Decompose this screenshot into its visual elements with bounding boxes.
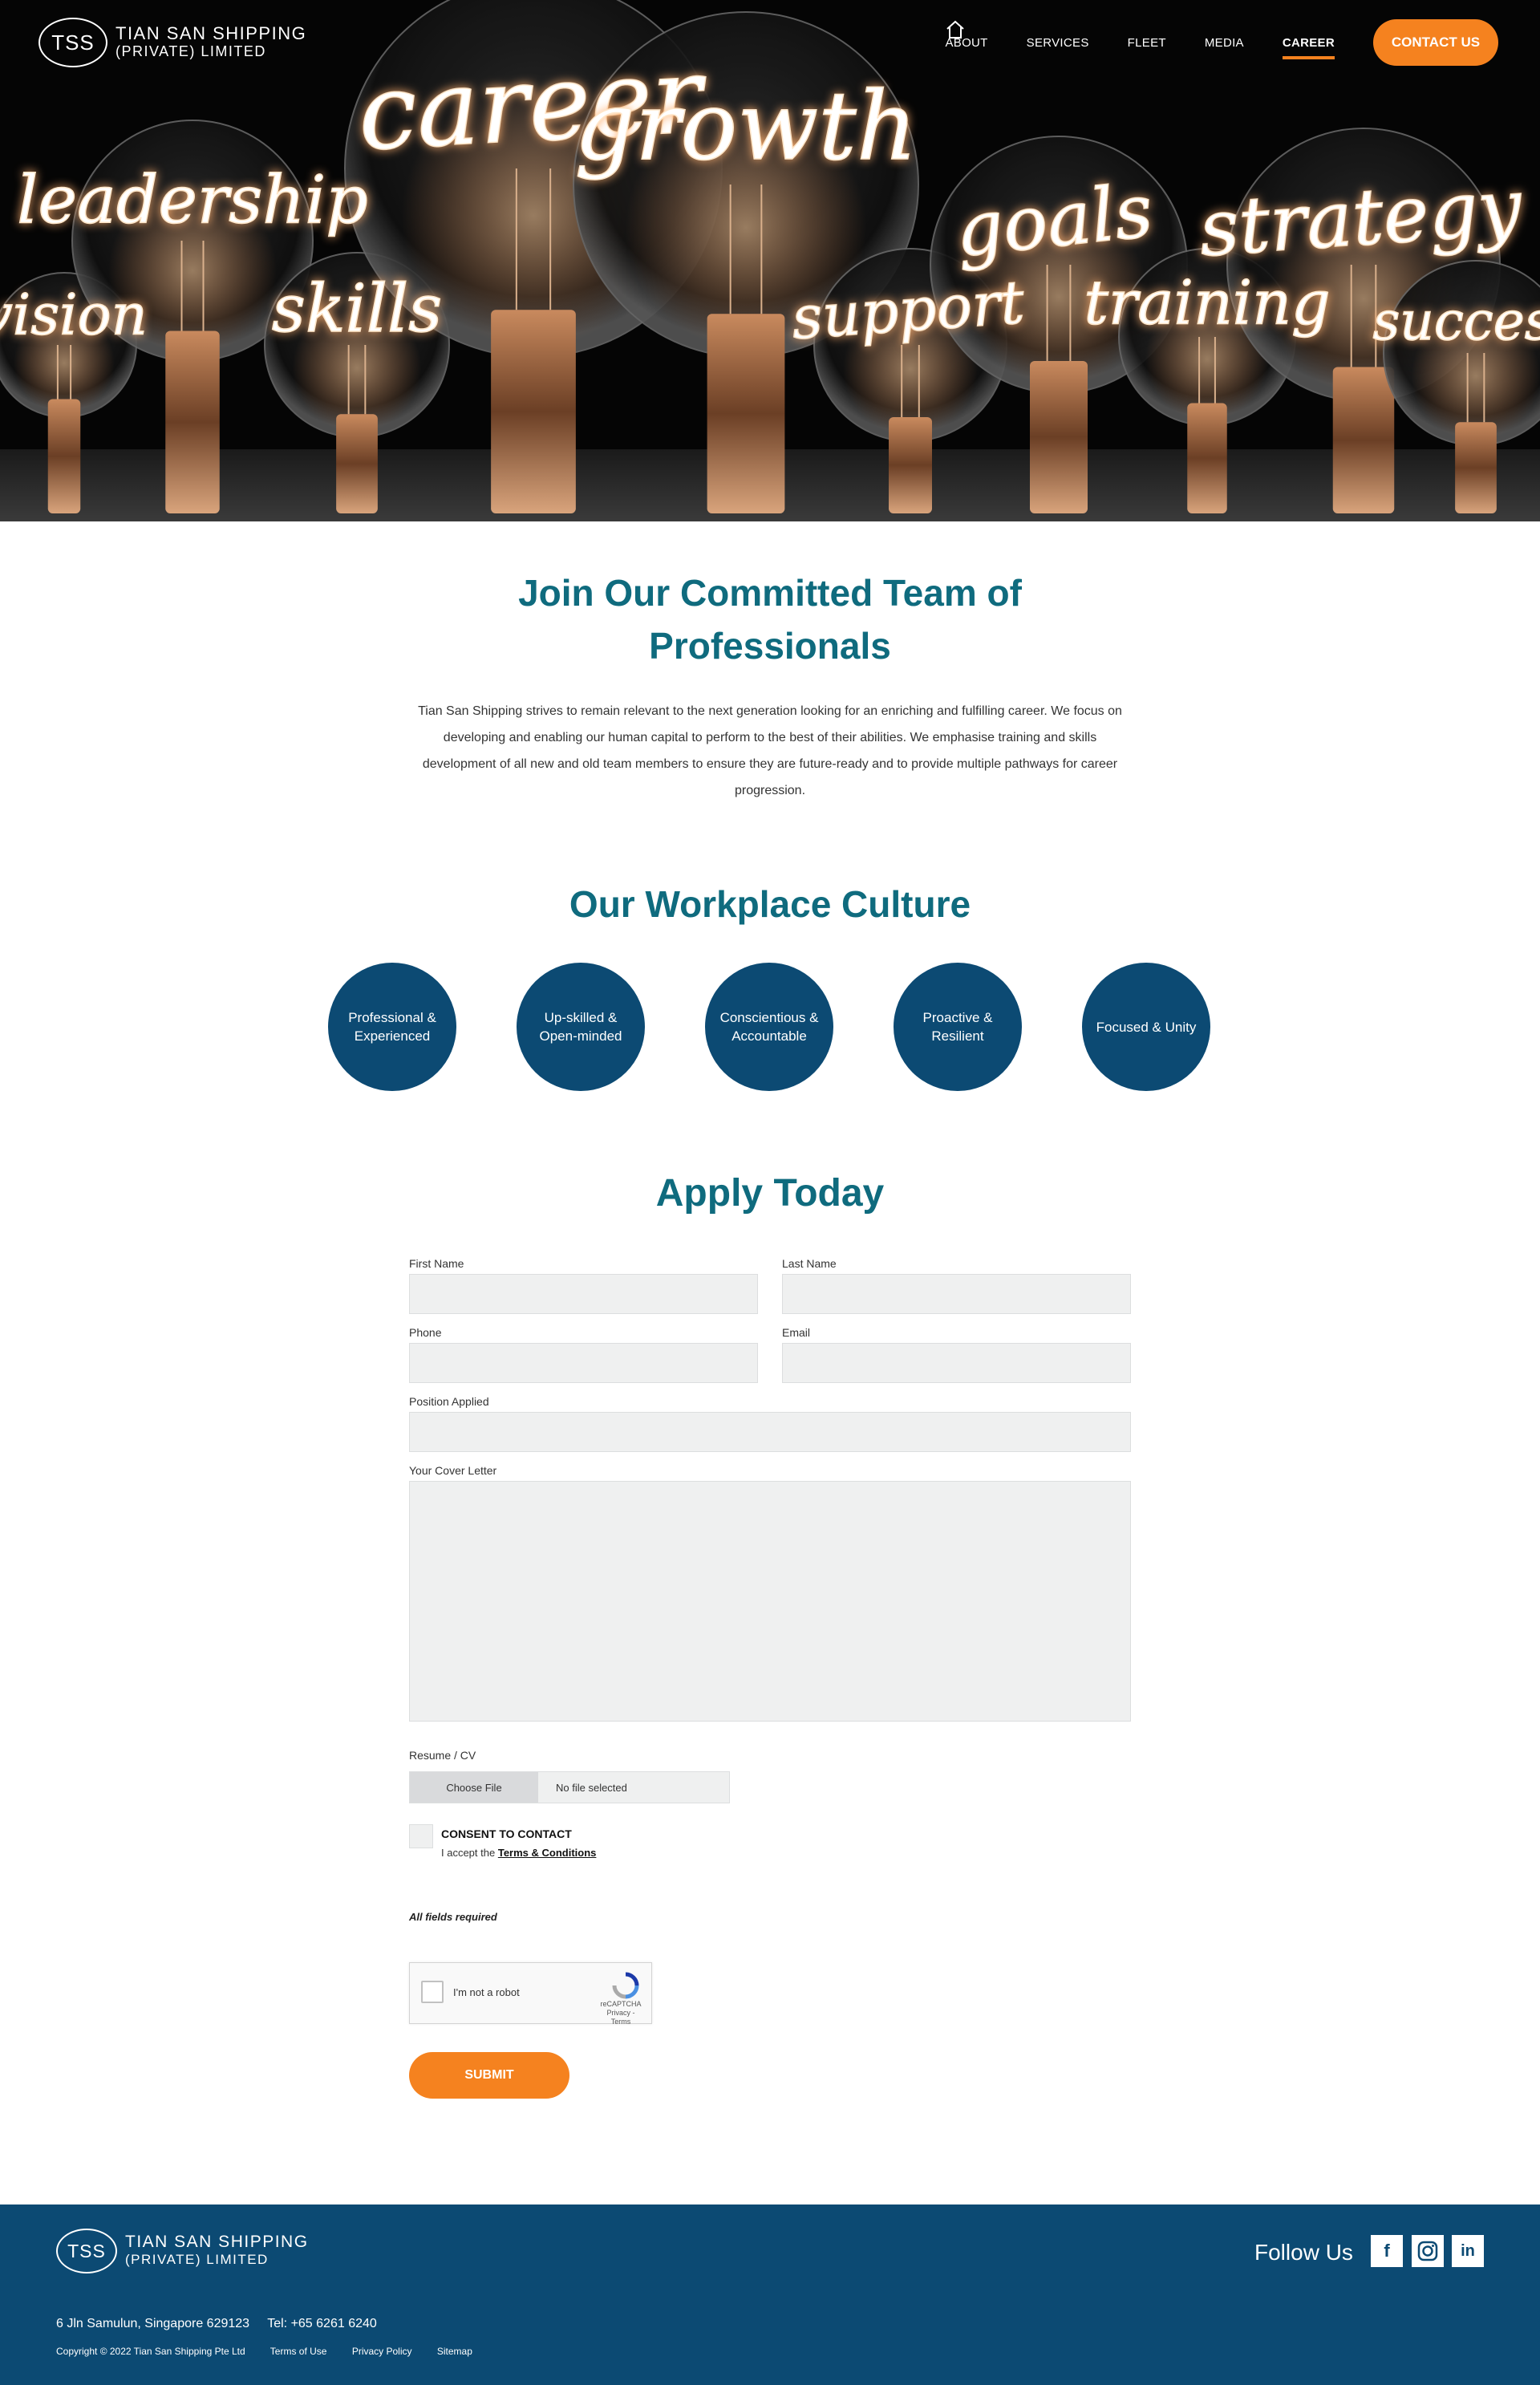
footer-address: 6 Jln Samulun, Singapore 629123 [56,2317,250,2330]
last-name-input[interactable] [782,1274,1131,1314]
footer: TSS TIAN SAN SHIPPING (PRIVATE) LIMITED … [0,2205,1540,2385]
footer-logo-line-2: (PRIVATE) LIMITED [125,2252,269,2267]
cover-letter-textarea[interactable] [409,1481,1131,1722]
submit-button[interactable]: SUBMIT [409,2052,569,2099]
instagram-icon[interactable] [1412,2235,1444,2267]
footer-legal: Copyright © 2022 Tian San Shipping Pte L… [56,2346,495,2357]
phone-input[interactable] [409,1343,758,1383]
nav-career[interactable]: CAREER [1282,31,1335,59]
consent-checkbox[interactable] [409,1824,433,1848]
linkedin-icon[interactable]: in [1452,2235,1484,2267]
first-name-label: First Name [409,1257,464,1270]
terms-of-use-link[interactable]: Terms of Use [270,2346,327,2357]
intro-title: Join Our Committed Team of Professionals [518,572,1022,667]
recaptcha-label: I'm not a robot [453,1986,520,1998]
facebook-icon[interactable]: f [1371,2235,1403,2267]
culture-value: Conscientious & Accountable [705,963,833,1091]
last-name-label: Last Name [782,1257,837,1270]
resume-file-input[interactable]: Choose File No file selected [409,1771,730,1803]
recaptcha-checkbox[interactable] [421,1981,444,2003]
logo-line-1: TIAN SAN SHIPPING [116,23,307,43]
culture-title: Our Workplace Culture [569,883,971,925]
intro-paragraph: Tian San Shipping strives to remain rele… [418,704,1122,797]
main-nav: ABOUT SERVICES FLEET MEDIA CAREER CONTAC… [945,19,1498,66]
hero-word: skills [272,271,443,347]
hero-word: leadership [17,163,367,239]
logo-line-2: (PRIVATE) LIMITED [116,43,266,59]
consent-title: CONSENT TO CONTACT [441,1827,572,1840]
phone-label: Phone [409,1326,442,1339]
resume-label: Resume / CV [409,1749,476,1762]
nav-about[interactable]: ABOUT [945,31,987,55]
recaptcha-links[interactable]: Privacy - Terms [598,2009,643,2026]
culture-value: Professional & Experienced [328,963,456,1091]
recaptcha-icon [612,1972,639,1999]
culture-value: Focused & Unity [1082,963,1210,1091]
footer-telephone: Tel: +65 6261 6240 [267,2317,377,2330]
footer-contact-info: 6 Jln Samulun, Singapore 629123 Tel: +65… [56,2317,391,2331]
culture-value: Up-skilled & Open-minded [517,963,645,1091]
apply-title: Apply Today [655,1172,885,1215]
position-input[interactable] [409,1412,1131,1452]
culture-value: Proactive & Resilient [894,963,1022,1091]
nav-services[interactable]: SERVICES [1027,31,1089,55]
consent-text: I accept the Terms & Conditions [441,1847,597,1859]
follow-us-label: Follow Us [1254,2240,1353,2265]
copyright-text: Copyright © 2022 Tian San Shipping Pte L… [56,2346,245,2357]
recaptcha-widget: I'm not a robot reCAPTCHA Privacy - Term… [409,1962,652,2026]
email-input[interactable] [782,1343,1131,1383]
top-navigation-bar: TSS TIAN SAN SHIPPING (PRIVATE) LIMITED … [0,0,1540,88]
file-status: No file selected [556,1781,627,1794]
position-label: Position Applied [409,1395,489,1408]
nav-media[interactable]: MEDIA [1205,31,1244,55]
footer-logo[interactable]: TSS TIAN SAN SHIPPING (PRIVATE) LIMITED [56,2229,309,2273]
nav-fleet[interactable]: FLEET [1128,31,1166,55]
privacy-policy-link[interactable]: Privacy Policy [352,2346,412,2357]
contact-us-button[interactable]: CONTACT US [1373,19,1498,66]
first-name-input[interactable] [409,1274,758,1314]
cover-letter-label: Your Cover Letter [409,1464,497,1477]
sitemap-link[interactable]: Sitemap [437,2346,472,2357]
footer-logo-mark: TSS [56,2229,117,2273]
choose-file-button[interactable]: Choose File [410,1772,538,1803]
culture-values: Professional & Experienced Up-skilled & … [328,963,1212,1091]
logo-mark: TSS [38,18,107,67]
hero-banner: visionleadershipskillscareergrowthsuppor… [0,0,1540,521]
hero-word: training [1084,267,1330,339]
all-fields-required-note: All fields required [409,1911,497,1923]
hero-word: vision [0,282,148,348]
company-logo[interactable]: TSS TIAN SAN SHIPPING (PRIVATE) LIMITED [38,18,306,67]
recaptcha-brand: reCAPTCHA [600,2000,642,2008]
terms-link[interactable]: Terms & Conditions [498,1847,597,1859]
hero-word: success [1372,290,1540,352]
footer-logo-line-1: TIAN SAN SHIPPING [125,2233,309,2251]
email-label: Email [782,1326,811,1339]
